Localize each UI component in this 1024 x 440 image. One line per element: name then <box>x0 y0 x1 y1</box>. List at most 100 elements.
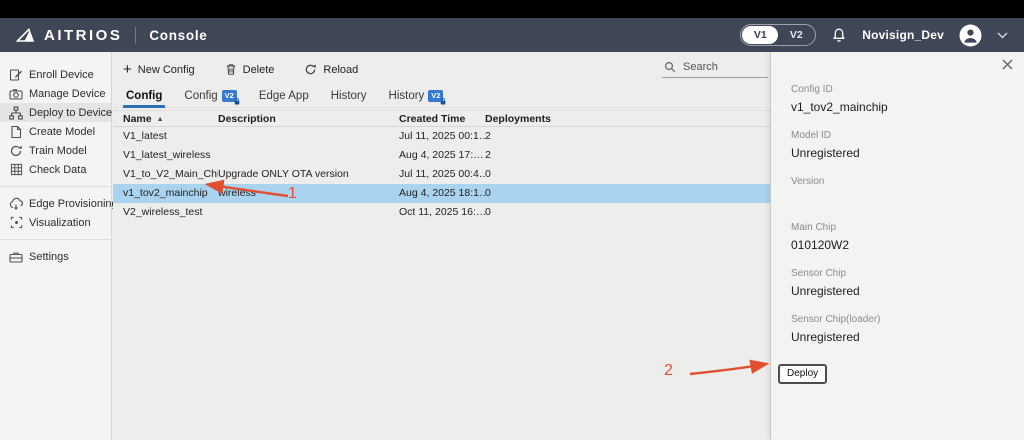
sidebar-item-label: Train Model <box>29 145 87 157</box>
table-row[interactable]: V1_latest_wirelessAug 4, 2025 17:…2 <box>113 146 770 165</box>
cell-deployments: 0 <box>485 165 575 184</box>
user-name[interactable]: Novisign_Dev <box>862 28 944 42</box>
deploy-to-device-icon <box>9 106 23 120</box>
cell-spacer <box>575 203 770 222</box>
sidebar-item-edge-provisioning[interactable]: Edge Provisioning <box>0 194 111 213</box>
window-top-strip <box>0 0 1024 18</box>
cell-description: Upgrade ONLY OTA version <box>218 165 399 184</box>
table-row[interactable]: V1_to_V2_Main_ChipUpgrade ONLY OTA versi… <box>113 165 770 184</box>
sidebar: Enroll Device Manage Device Deploy to De… <box>0 52 112 440</box>
table-row[interactable]: v1_tov2_mainchipwirelessAug 4, 2025 18:1… <box>113 184 770 203</box>
new-config-button[interactable]: + New Config <box>123 64 195 76</box>
tab-label: Config <box>126 90 162 102</box>
sidebar-item-train-model[interactable]: Train Model <box>0 141 111 160</box>
tab-label: History <box>331 90 367 102</box>
search-placeholder: Search <box>683 61 718 73</box>
lock-icon <box>234 98 240 105</box>
field-config-id: Config ID v1_tov2_mainchip <box>791 84 1024 130</box>
cell-name: V1_to_V2_Main_Chip <box>113 165 218 184</box>
cell-description <box>218 146 399 165</box>
sidebar-item-settings[interactable]: Settings <box>0 247 111 266</box>
sidebar-item-visualization[interactable]: Visualization <box>0 213 111 232</box>
config-table: Name▲ Description Created Time Deploymen… <box>113 110 770 222</box>
cell-deployments: 2 <box>485 127 575 146</box>
tab-label: Edge App <box>259 90 309 102</box>
toggle-v1[interactable]: V1 <box>742 26 778 44</box>
lock-icon <box>440 98 446 105</box>
field-value: Unregistered <box>791 146 1024 160</box>
sidebar-item-enroll-device[interactable]: Enroll Device <box>0 65 111 84</box>
field-label: Main Chip <box>791 222 1024 233</box>
app-header: AITRIOS Console V1 V2 Novisign_Dev <box>0 18 1024 52</box>
sidebar-item-deploy-to-device[interactable]: Deploy to Device <box>0 103 111 122</box>
tab-history[interactable]: History <box>320 85 378 107</box>
field-value: 010120W2 <box>791 238 1024 252</box>
tab-config-v2[interactable]: Config V2 <box>173 85 247 107</box>
field-main-chip: Main Chip 010120W2 <box>791 222 1024 268</box>
check-data-icon <box>9 163 23 176</box>
sidebar-item-check-data[interactable]: Check Data <box>0 160 111 179</box>
column-header-name[interactable]: Name▲ <box>113 111 218 127</box>
user-menu-chevron-down-icon[interactable] <box>997 32 1008 39</box>
field-label: Config ID <box>791 84 1024 95</box>
field-value: Unregistered <box>791 330 1024 344</box>
column-header-created-time[interactable]: Created Time <box>399 111 485 127</box>
header-divider <box>135 27 136 44</box>
sidebar-item-manage-device[interactable]: Manage Device <box>0 84 111 103</box>
field-value: Unregistered <box>791 284 1024 298</box>
table-header-row: Name▲ Description Created Time Deploymen… <box>113 111 770 127</box>
field-value: v1_tov2_mainchip <box>791 100 1024 114</box>
field-label: Model ID <box>791 130 1024 141</box>
sidebar-item-label: Visualization <box>29 217 91 229</box>
delete-button[interactable]: Delete <box>225 63 275 76</box>
tab-history-v2[interactable]: History V2 <box>378 85 455 107</box>
cell-spacer <box>575 146 770 165</box>
manage-device-icon <box>9 87 23 101</box>
toggle-v2[interactable]: V2 <box>778 26 814 44</box>
field-sensor-chip-loader: Sensor Chip(loader) Unregistered <box>791 314 1024 360</box>
sort-asc-icon: ▲ <box>157 116 164 123</box>
sidebar-divider <box>0 239 111 240</box>
close-icon[interactable] <box>1002 59 1013 70</box>
table-row[interactable]: V1_latest Jul 11, 2025 00:1…2 <box>113 127 770 146</box>
tab-edge-app[interactable]: Edge App <box>248 85 320 107</box>
deploy-button[interactable]: Deploy <box>778 364 827 384</box>
sidebar-item-label: Settings <box>29 251 69 263</box>
column-header-description[interactable]: Description <box>218 111 399 127</box>
cell-description <box>218 127 399 146</box>
sidebar-item-create-model[interactable]: Create Model <box>0 122 111 141</box>
tab-bar: Config Config V2 Edge App History Histor… <box>113 85 770 108</box>
aitrios-logo-icon <box>16 27 35 43</box>
tab-config-v1[interactable]: Config <box>115 85 173 107</box>
version-toggle[interactable]: V1 V2 <box>740 24 816 46</box>
cell-name: V2_wireless_test <box>113 203 218 222</box>
trash-icon <box>225 63 237 76</box>
notifications-bell-icon[interactable] <box>831 27 847 44</box>
reload-icon <box>304 63 317 76</box>
table-row[interactable]: V2_wireless_test Oct 11, 2025 16:…0 <box>113 203 770 222</box>
cell-name: v1_tov2_mainchip <box>113 184 218 203</box>
config-detail-panel: Config ID v1_tov2_mainchip Model ID Unre… <box>770 52 1024 440</box>
field-label: Version <box>791 176 1024 187</box>
cell-created-time: Jul 11, 2025 00:1… <box>399 127 485 146</box>
field-sensor-chip: Sensor Chip Unregistered <box>791 268 1024 314</box>
cell-spacer <box>575 184 770 203</box>
cell-name: V1_latest <box>113 127 218 146</box>
field-label: Sensor Chip(loader) <box>791 314 1024 325</box>
avatar[interactable] <box>959 24 982 47</box>
column-header-deployments[interactable]: Deployments <box>485 111 575 127</box>
sidebar-item-label: Edge Provisioning <box>29 198 118 210</box>
field-label: Sensor Chip <box>791 268 1024 279</box>
search-input[interactable]: Search <box>662 58 768 78</box>
search-icon <box>664 61 676 73</box>
edge-provisioning-icon <box>9 197 23 211</box>
cell-deployments: 0 <box>485 203 575 222</box>
sidebar-divider <box>0 186 111 187</box>
reload-button[interactable]: Reload <box>304 63 358 76</box>
cell-created-time: Jul 11, 2025 00:4… <box>399 165 485 184</box>
v2-badge: V2 <box>222 90 237 102</box>
brand-name: AITRIOS <box>44 27 122 44</box>
cell-created-time: Oct 11, 2025 16:… <box>399 203 485 222</box>
cell-deployments: 2 <box>485 146 575 165</box>
sidebar-item-label: Enroll Device <box>29 69 94 81</box>
